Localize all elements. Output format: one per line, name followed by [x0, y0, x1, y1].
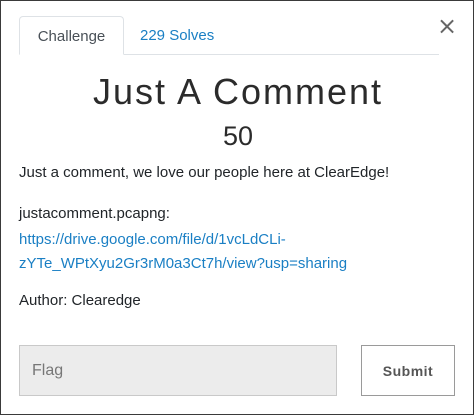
- download-link-line-2: zYTe_WPtXyu2Gr3rM0a3Ct7h/view?usp=sharin…: [19, 255, 348, 272]
- challenge-description: Just a comment, we love our people here …: [19, 164, 390, 181]
- flag-input[interactable]: [19, 345, 337, 396]
- tab-challenge[interactable]: Challenge: [19, 16, 124, 55]
- close-icon[interactable]: ×: [437, 14, 457, 38]
- challenge-points: 50: [222, 121, 254, 151]
- tab-solves[interactable]: 229 Solves: [140, 16, 214, 54]
- file-label: justacomment.pcapng:: [19, 205, 170, 222]
- download-link-line-1: https://drive.google.com/file/d/1vcLdCLi…: [19, 231, 286, 248]
- challenge-modal: Challenge 229 Solves × Just A Comment 50…: [0, 0, 474, 415]
- challenge-title: Just A Comment: [92, 71, 384, 112]
- download-link[interactable]: https://drive.google.com/file/d/1vcLdCLi…: [19, 228, 449, 276]
- tab-bar: Challenge 229 Solves: [19, 16, 439, 55]
- challenge-author: Author: Clearedge: [19, 292, 141, 309]
- submit-button[interactable]: Submit: [361, 345, 455, 396]
